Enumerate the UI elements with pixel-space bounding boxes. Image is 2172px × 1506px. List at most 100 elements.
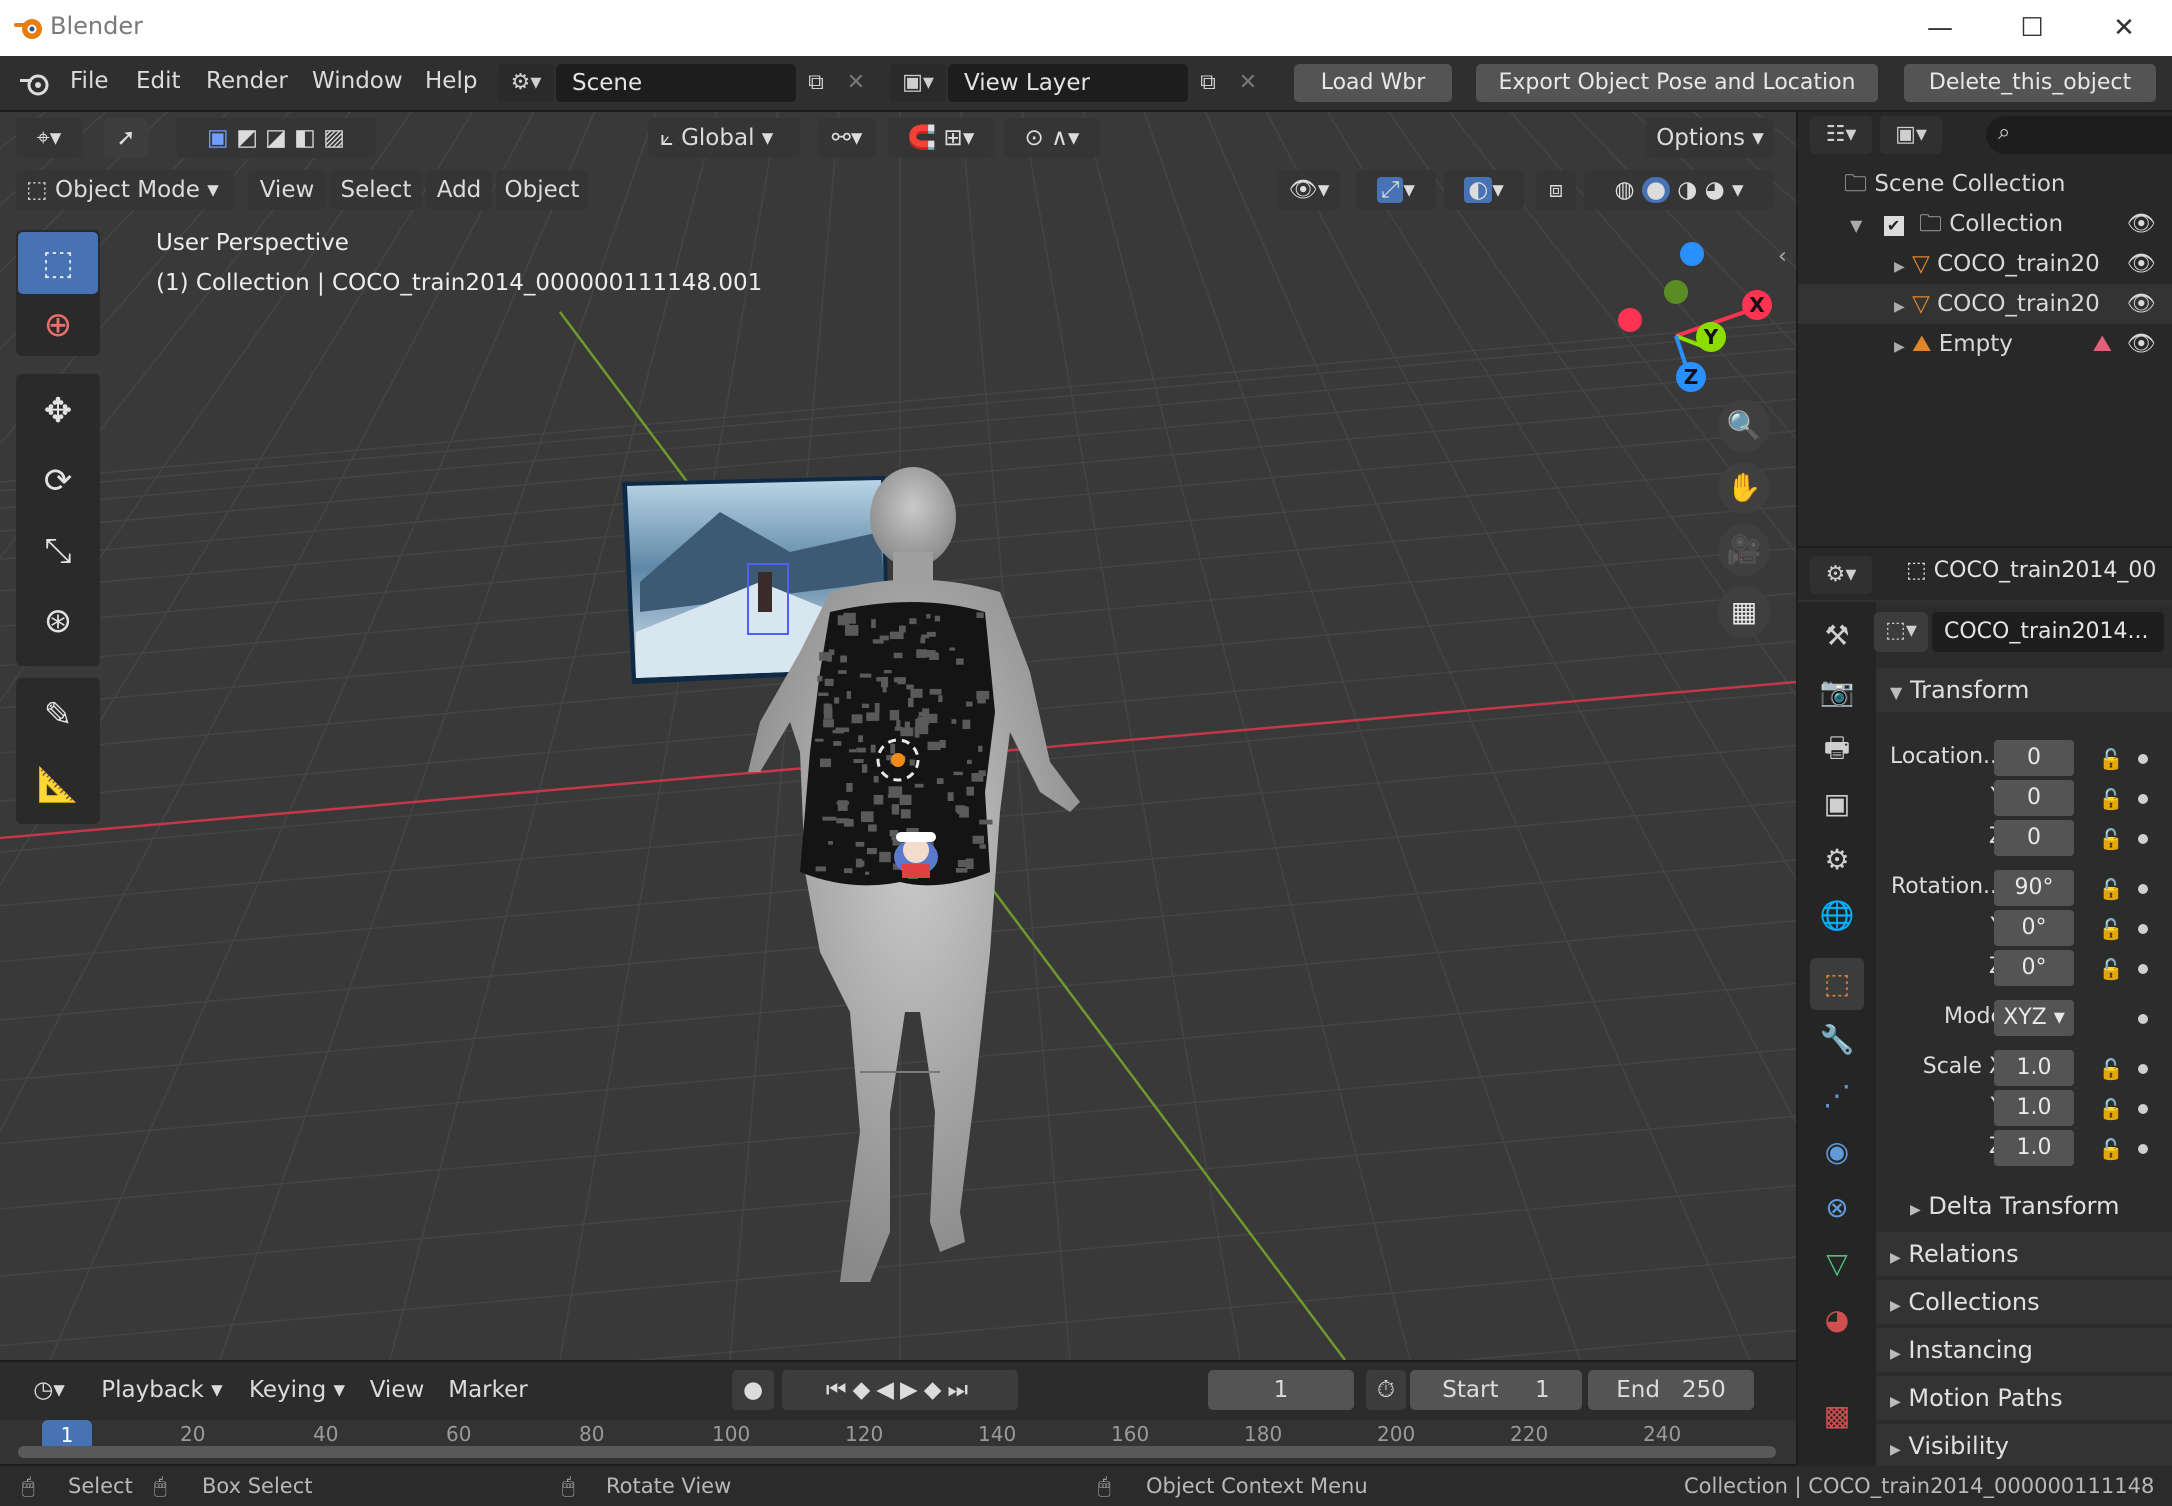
output-tab-icon[interactable]: 🖶 [1810, 722, 1864, 774]
transform-panel-header[interactable]: ▼ Transform [1876, 668, 2172, 712]
lock-icon[interactable]: 🔓 [2096, 744, 2126, 774]
outliner-item-row[interactable]: ▶ ▽ COCO_train20 👁 [1798, 244, 2172, 284]
blender-menu-icon[interactable] [18, 70, 52, 98]
wireframe-shading-icon[interactable]: ◍ [1614, 177, 1634, 203]
shading-mode-icons[interactable]: ◍ ● ◑ ◕ ▾ [1584, 170, 1774, 210]
outliner-item-row[interactable]: ▶ ▽ COCO_train20 👁 [1798, 284, 2172, 324]
lock-icon[interactable]: 🔓 [2096, 1094, 2126, 1124]
3d-viewport[interactable]: ⌖▾ ➚ ▣ ◩ ◪ ◧ ▨ ⟀ Global ▾ ⚯▾ 🧲 ⊞▾ ⊙ ∧▾ O… [0, 112, 1796, 1360]
outliner-scene-collection[interactable]: 🗀 Scene Collection [1798, 164, 2172, 204]
camera-view-icon[interactable]: 🎥 [1718, 524, 1770, 576]
rotation-y-field[interactable]: 0° [1994, 910, 2074, 946]
collections-panel-header[interactable]: ▶ Collections [1876, 1280, 2172, 1324]
move-tool-icon[interactable]: ✥ [18, 380, 98, 442]
cursor-tool-icon[interactable]: ⊕ [18, 294, 98, 356]
scale-z-field[interactable]: 1.0 [1994, 1130, 2074, 1166]
keyframe-dot-icon[interactable] [2138, 1144, 2148, 1154]
annotate-tool-icon[interactable]: ✎ [18, 684, 98, 746]
playback-controls[interactable]: ⏮◆◀▶◆⏭ [782, 1370, 1018, 1410]
lock-icon[interactable]: 🔓 [2096, 1134, 2126, 1164]
timeline-view-menu[interactable]: View [362, 1370, 432, 1410]
view-layer-selector-icon[interactable]: ▣▾ [890, 64, 946, 102]
transform-orientation-dropdown[interactable]: ⟀ Global ▾ [648, 118, 800, 158]
gizmo-neg-x-icon[interactable] [1618, 308, 1642, 332]
play-icon[interactable]: ▶ [900, 1377, 924, 1403]
keyframe-dot-icon[interactable] [2138, 754, 2148, 764]
constraints-tab-icon[interactable]: ⊗ [1810, 1182, 1864, 1234]
menu-help[interactable]: Help [425, 68, 477, 94]
lock-icon[interactable]: 🔓 [2096, 874, 2126, 904]
jump-end-icon[interactable]: ⏭ [947, 1377, 974, 1403]
object-browse-icon[interactable]: ⬚▾ [1874, 612, 1928, 652]
outliner-item-row[interactable]: ▶ ⛰ Empty ⛰ 👁 [1798, 324, 2172, 364]
particles-tab-icon[interactable]: ⋰ [1810, 1070, 1864, 1122]
viewport-menu-select[interactable]: Select [330, 170, 422, 210]
delta-transform-subpanel[interactable]: ▶ Delta Transform [1902, 1184, 2164, 1228]
object-mode-dropdown[interactable]: ⬚ Object Mode ▾ [16, 170, 234, 210]
scene-selector-icon[interactable]: ⚙▾ [498, 64, 554, 102]
viewport-menu-object[interactable]: Object [496, 170, 588, 210]
options-dropdown[interactable]: Options ▾ [1646, 118, 1774, 158]
stopwatch-icon[interactable]: ⏱ [1366, 1370, 1406, 1410]
lock-icon[interactable]: 🔓 [2096, 784, 2126, 814]
instancing-panel-header[interactable]: ▶ Instancing [1876, 1328, 2172, 1372]
visibility-icon[interactable]: 👁▾ [1278, 170, 1340, 210]
scale-y-field[interactable]: 1.0 [1994, 1090, 2074, 1126]
next-keyframe-icon[interactable]: ◆ [924, 1377, 948, 1403]
delete-view-layer-icon[interactable]: ✕ [1228, 64, 1268, 102]
start-frame-field[interactable]: Start 1 [1410, 1370, 1582, 1410]
marker-menu[interactable]: Marker [440, 1370, 536, 1410]
physics-tab-icon[interactable]: ◉ [1810, 1126, 1864, 1178]
scale-tool-icon[interactable]: ⤡ [18, 520, 98, 582]
ortho-grid-icon[interactable]: ▦ [1718, 586, 1770, 638]
gizmo-y-icon[interactable]: Y [1696, 322, 1726, 352]
properties-editor-type-icon[interactable]: ⚙▾ [1810, 556, 1872, 594]
editor-type-icon[interactable]: ⌖▾ [16, 118, 82, 158]
expand-arrow-icon[interactable]: ▼ [1850, 216, 1862, 235]
proportional-editing-icon[interactable]: ⊙ ∧▾ [1004, 118, 1100, 158]
modifier-tab-icon[interactable]: 🔧 [1810, 1014, 1864, 1066]
scene-field[interactable]: Scene [556, 64, 796, 102]
select-subtract-icon[interactable]: ◪ [265, 125, 287, 151]
timeline-scrollbar[interactable] [18, 1446, 1776, 1458]
snapping-icon[interactable]: 🧲 ⊞▾ [888, 118, 994, 158]
rotation-x-field[interactable]: 90° [1994, 870, 2074, 906]
measure-tool-icon[interactable]: 📐 [18, 754, 98, 816]
select-intersect-icon[interactable]: ▨ [323, 125, 345, 151]
view-layer-tab-icon[interactable]: ▣ [1810, 778, 1864, 830]
eye-icon[interactable]: 👁 [2127, 244, 2156, 284]
keyframe-dot-icon[interactable] [2138, 964, 2148, 974]
jump-start-icon[interactable]: ⏮ [826, 1377, 853, 1403]
load-wbr-button[interactable]: Load Wbr [1294, 64, 1452, 102]
record-icon[interactable]: ● [732, 1370, 774, 1410]
keyframe-dot-icon[interactable] [2138, 1014, 2148, 1024]
outliner-collection-row[interactable]: ▼ ✔ 🗀 Collection 👁 [1798, 204, 2172, 244]
object-tab-icon[interactable]: ⬚ [1810, 958, 1864, 1010]
rotate-tool-icon[interactable]: ⟳ [18, 450, 98, 512]
outliner-editor-type-icon[interactable]: ☷▾ [1810, 116, 1872, 154]
selection-mode-icons[interactable]: ▣ ◩ ◪ ◧ ▨ [176, 118, 376, 158]
menu-file[interactable]: File [70, 68, 109, 94]
data-tab-icon[interactable]: ▽ [1810, 1238, 1864, 1290]
lock-icon[interactable]: 🔓 [2096, 824, 2126, 854]
keyframe-dot-icon[interactable] [2138, 1064, 2148, 1074]
menu-window[interactable]: Window [312, 68, 403, 94]
close-icon[interactable]: ✕ [2094, 8, 2154, 48]
prev-keyframe-icon[interactable]: ◆ [853, 1377, 877, 1403]
gizmo-toggle-icon[interactable]: ⤢ ▾ [1356, 170, 1436, 210]
select-new-icon[interactable]: ▣ [207, 125, 229, 151]
select-extend-icon[interactable]: ◩ [236, 125, 258, 151]
playback-menu[interactable]: Playback ▾ [92, 1370, 232, 1410]
visibility-panel-header[interactable]: ▶ Visibility [1876, 1424, 2172, 1468]
material-tab-icon[interactable]: ◕ [1810, 1294, 1864, 1346]
overlays-toggle-icon[interactable]: ◐ ▾ [1444, 170, 1524, 210]
texture-tab-icon[interactable]: ▩ [1810, 1390, 1864, 1442]
viewport-menu-add[interactable]: Add [426, 170, 492, 210]
view-layer-field[interactable]: View Layer [948, 64, 1188, 102]
current-frame-field[interactable]: 1 [1208, 1370, 1354, 1410]
scale-x-field[interactable]: 1.0 [1994, 1050, 2074, 1086]
gizmo-x-icon[interactable]: X [1742, 290, 1772, 320]
new-view-layer-icon[interactable]: ⧉ [1188, 64, 1228, 102]
maximize-icon[interactable]: ☐ [2002, 8, 2062, 48]
play-reverse-icon[interactable]: ◀ [876, 1377, 900, 1403]
